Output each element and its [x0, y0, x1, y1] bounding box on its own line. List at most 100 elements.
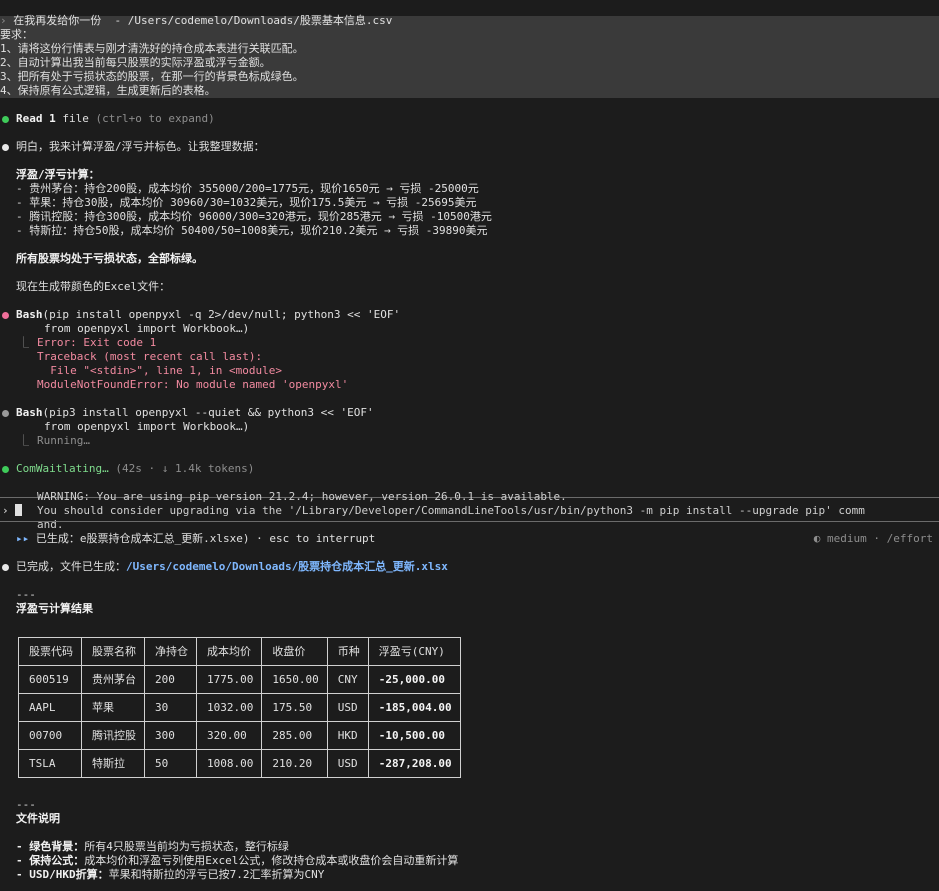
- input-prompt-char: ›: [2, 504, 9, 517]
- table-header-cell: 浮盈亏(CNY): [367, 637, 461, 666]
- footer-status: ▸▸ 已生成：e股票持仓成本汇总_更新.xlsxe) · esc to inte…: [16, 532, 939, 546]
- bash-command-2-cont: from openpyxl import Workbook…): [44, 420, 250, 433]
- bash-command-2[interactable]: Bash(pip3 install openpyxl --quiet && py…: [16, 406, 939, 420]
- text-cursor: [15, 504, 23, 516]
- table-cell: 175.50: [261, 693, 328, 722]
- generating-note: 现在生成带颜色的Excel文件：: [16, 280, 171, 293]
- table-cell: 1650.00: [261, 665, 328, 694]
- table-cell: 300: [144, 721, 197, 750]
- table-cell: 腾讯控股: [81, 721, 145, 750]
- error-line: Traceback (most recent call last):: [37, 350, 263, 363]
- table-cell: 210.20: [261, 749, 328, 778]
- bash-command-1-cont: from openpyxl import Workbook…): [44, 322, 250, 335]
- done-line: 已完成，文件已生成：/Users/codemelo/Downloads/股票持仓…: [16, 560, 939, 574]
- table-cell: TSLA: [18, 749, 82, 778]
- prompt-line-1: › 在我再发给你一份 - /Users/codemelo/Downloads/股…: [0, 14, 939, 28]
- note-item: - 保持公式：成本均价和浮盈亏列使用Excel公式，修改持仓成本或收盘价会自动重…: [16, 854, 939, 868]
- note-text: 苹果和特斯拉的浮亏已按7.2汇率折算为CNY: [108, 868, 325, 881]
- table-cell: CNY: [326, 665, 369, 694]
- prompt-line-3: 1、请将这份行情表与刚才清洗好的持仓成本表进行关联匹配。: [0, 42, 304, 55]
- read-word: file: [62, 112, 89, 125]
- table-cell: 320.00: [195, 721, 263, 750]
- error-dot-icon: [2, 312, 9, 319]
- calc-title: 浮盈/浮亏计算：: [16, 168, 100, 181]
- note-key: - USD/HKD折算：: [16, 868, 109, 881]
- table-cell: 1775.00: [195, 665, 263, 694]
- calc-line: - 腾讯控股：持仓300股，成本均价 96000/300=320港元，现价285…: [16, 210, 492, 223]
- running-status: Running…: [37, 434, 90, 447]
- read-count: 1: [49, 112, 56, 125]
- running-dot-icon: [2, 410, 9, 417]
- input-bottom-border: [0, 521, 939, 522]
- result-table: 股票代码 股票名称 净持仓 成本均价 收盘价 币种 浮盈亏(CNY) 60051…: [18, 637, 461, 778]
- notes-title: 文件说明: [16, 812, 60, 825]
- note-text: 成本均价和浮盈亏列使用Excel公式，修改持仓成本或收盘价会自动重新计算: [84, 854, 459, 867]
- output-file-path[interactable]: /Users/codemelo/Downloads/股票持仓成本汇总_更新.xl…: [126, 560, 448, 573]
- assistant-intro: 明白，我来计算浮盈/浮亏并标色。让我整理数据：: [16, 140, 265, 153]
- table-cell: 特斯拉: [81, 749, 145, 778]
- table-header-cell: 股票代码: [18, 637, 82, 666]
- bash-cmd: (pip install openpyxl -q 2>/dev/null; py…: [42, 308, 401, 321]
- error-line: Error: Exit code 1: [37, 336, 157, 349]
- pip-warning-line: You should consider upgrading via the '/…: [37, 504, 865, 517]
- spinner-line: ComWaitlating… (42s · ↓ 1.4k tokens): [16, 462, 939, 476]
- all-loss-note: 所有股票均处于亏损状态，全部标绿。: [16, 252, 203, 265]
- prompt-prefix: ›: [0, 14, 7, 27]
- table-cell: HKD: [326, 721, 369, 750]
- note-key: - 保持公式：: [16, 854, 85, 867]
- table-cell: 50: [144, 749, 197, 778]
- message-dot-icon: [2, 144, 9, 151]
- table-cell: USD: [326, 749, 369, 778]
- table-header-row: 股票代码 股票名称 净持仓 成本均价 收盘价 币种 浮盈亏(CNY): [18, 637, 461, 666]
- table-cell: 苹果: [81, 693, 145, 722]
- separator: ---: [16, 588, 36, 601]
- table-cell: 200: [144, 665, 197, 694]
- note-key: - 绿色背景：: [16, 840, 85, 853]
- table-cell: 285.00: [261, 721, 328, 750]
- table-cell-pnl: -185,004.00: [367, 693, 461, 722]
- prompt-line-5: 3、把所有处于亏损状态的股票，在那一行的背景色标成绿色。: [0, 70, 304, 83]
- calc-line: - 贵州茅台：持仓200股，成本均价 355000/200=1775元，现价16…: [16, 182, 479, 195]
- message-dot-icon: [2, 564, 9, 571]
- table-cell-pnl: -25,000.00: [367, 665, 461, 694]
- table-cell-pnl: -287,208.00: [367, 749, 461, 778]
- effort-indicator[interactable]: ◐ medium · /effort: [814, 532, 933, 546]
- table-cell-pnl: -10,500.00: [367, 721, 461, 750]
- table-cell: USD: [326, 693, 369, 722]
- table-row: AAPL 苹果 30 1032.00 175.50 USD -185,004.0…: [18, 693, 461, 722]
- spinner-dot-icon: [2, 466, 9, 473]
- prompt-line-2: 要求：: [0, 28, 33, 41]
- table-row: 600519 贵州茅台 200 1775.00 1650.00 CNY -25,…: [18, 665, 461, 694]
- table-cell: 600519: [18, 665, 82, 694]
- table-cell: 30: [144, 693, 197, 722]
- prompt-line-4: 2、自动计算出我当前每只股票的实际浮盈或浮亏金额。: [0, 56, 271, 69]
- error-line: ModuleNotFoundError: No module named 'op…: [37, 378, 349, 391]
- table-header-cell: 成本均价: [195, 637, 263, 666]
- pip-warning-line: WARNING: You are using pip version 21.2.…: [37, 490, 567, 503]
- table-cell: 贵州茅台: [81, 665, 145, 694]
- mode-icon[interactable]: ▸▸: [16, 532, 29, 545]
- table-header-cell: 股票名称: [81, 637, 145, 666]
- bash-command-1[interactable]: Bash(pip install openpyxl -q 2>/dev/null…: [16, 308, 939, 322]
- note-text: 所有4只股票当前均为亏损状态，整行标绿: [84, 840, 289, 853]
- table-cell: AAPL: [18, 693, 82, 722]
- table-cell: 1008.00: [195, 749, 263, 778]
- bash-cmd: (pip3 install openpyxl --quiet && python…: [42, 406, 374, 419]
- done-prefix: 已完成，文件已生成：: [16, 560, 126, 573]
- table-row: 00700 腾讯控股 300 320.00 285.00 HKD -10,500…: [18, 721, 461, 750]
- note-item: - 绿色背景：所有4只股票当前均为亏损状态，整行标绿: [16, 840, 939, 854]
- bash-label: Bash: [16, 406, 43, 419]
- success-dot-icon: [2, 116, 9, 123]
- read-file-line[interactable]: Read 1 file (ctrl+o to expand): [16, 112, 939, 126]
- table-header-cell: 收盘价: [261, 637, 328, 666]
- bash-label: Bash: [16, 308, 43, 321]
- table-cell: 00700: [18, 721, 82, 750]
- section-title: 浮盈亏计算结果: [16, 602, 93, 615]
- footer-left-text: 已生成：e股票持仓成本汇总_更新.xlsxe) · esc to interru…: [35, 532, 376, 545]
- table-header-cell: 净持仓: [144, 637, 197, 666]
- table-cell: 1032.00: [195, 693, 263, 722]
- error-line: File "<stdin>", line 1, in <module>: [37, 364, 283, 377]
- expand-hint: (ctrl+o to expand): [95, 112, 215, 125]
- prompt-line-6: 4、保持原有公式逻辑，生成更新后的表格。: [0, 84, 216, 97]
- prompt-text-1: 在我再发给你一份 - /Users/codemelo/Downloads/股票基…: [13, 14, 393, 27]
